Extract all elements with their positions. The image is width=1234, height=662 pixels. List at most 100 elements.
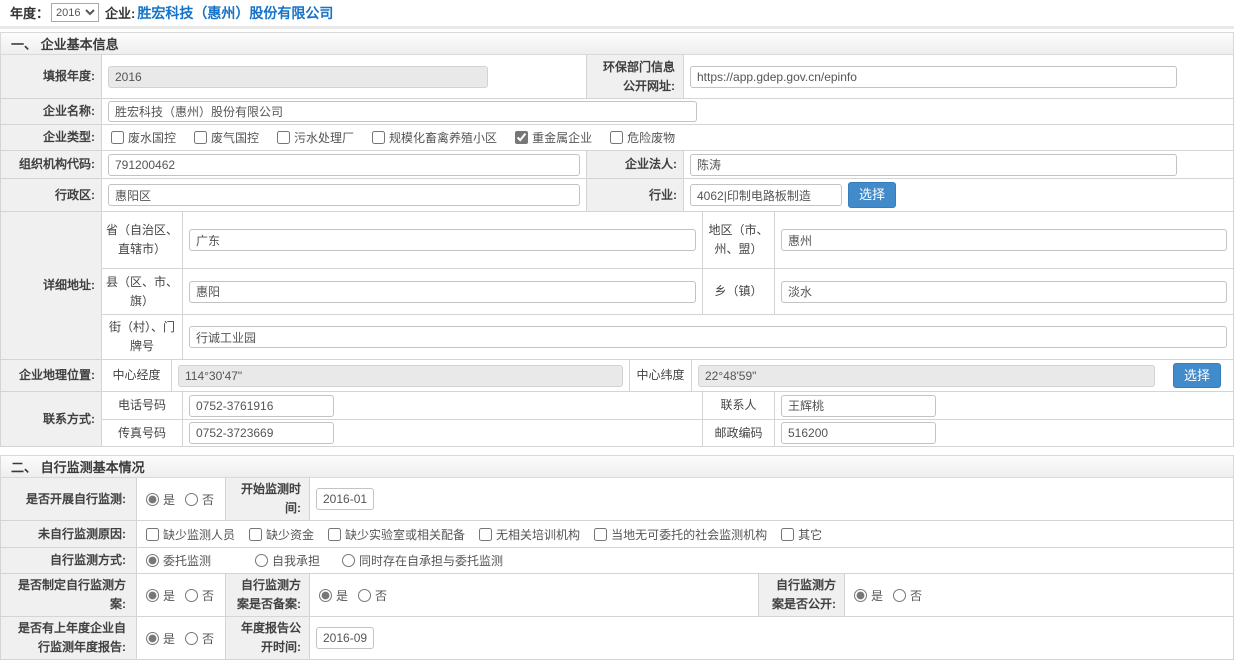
legal-person-label-cell: 企业法人: <box>586 151 683 178</box>
geo-button-cell: 选择 <box>1161 360 1233 391</box>
company-type-label: 企业类型: <box>43 128 95 147</box>
carry-out-yes[interactable]: 是 <box>146 491 175 508</box>
lat-input[interactable] <box>698 365 1155 387</box>
no-reason-checkbox-5[interactable] <box>781 528 794 541</box>
mode-option-1[interactable]: 自我承担 <box>255 552 320 569</box>
row-fill-year: 填报年度: 环保部门信息公开网址: <box>1 55 1233 98</box>
no-reason-checkbox-2[interactable] <box>328 528 341 541</box>
fax-input[interactable] <box>189 422 334 444</box>
plan-filed-no-radio[interactable] <box>358 589 371 602</box>
no-reason-checkbox-3[interactable] <box>479 528 492 541</box>
company-type-checkbox-4[interactable] <box>515 131 528 144</box>
has-plan-label-cell: 是否制定自行监测方案: <box>1 574 136 616</box>
street-input[interactable] <box>189 326 1227 348</box>
company-name-link[interactable]: 胜宏科技（惠州）股份有限公司 <box>137 3 333 23</box>
plan-public-label: 自行监测方案是否公开: <box>767 576 836 613</box>
no-reason-option-1[interactable]: 缺少资金 <box>249 526 314 543</box>
no-reason-option-5[interactable]: 其它 <box>781 526 822 543</box>
no-reason-label: 未自行监测原因: <box>38 525 126 544</box>
phone-value-cell <box>182 392 702 419</box>
plan-public-no-radio[interactable] <box>893 589 906 602</box>
fax-label-cell: 传真号码 <box>102 420 182 446</box>
org-code-input[interactable] <box>108 154 580 176</box>
county-input[interactable] <box>189 281 696 303</box>
company-type-checkbox-2[interactable] <box>277 131 290 144</box>
company-type-option-3[interactable]: 规模化畜禽养殖小区 <box>372 129 497 146</box>
company-type-checkbox-0[interactable] <box>111 131 124 144</box>
row-carry-out: 是否开展自行监测: 是 否 开始监测时间: <box>1 478 1233 520</box>
row-no-reason: 未自行监测原因: 缺少监测人员 缺少资金 缺少实验室或相关配备 无相关培训机构 … <box>1 520 1233 547</box>
no-reason-option-3[interactable]: 无相关培训机构 <box>479 526 580 543</box>
option-label: 自我承担 <box>272 552 320 569</box>
no-reason-option-4[interactable]: 当地无可委托的社会监测机构 <box>594 526 767 543</box>
has-report-yes[interactable]: 是 <box>146 630 175 647</box>
mode-radio-1[interactable] <box>255 554 268 567</box>
person-input[interactable] <box>781 395 936 417</box>
no-reason-option-0[interactable]: 缺少监测人员 <box>146 526 235 543</box>
mode-radio-0[interactable] <box>146 554 159 567</box>
plan-filed-yes[interactable]: 是 <box>319 587 348 604</box>
company-type-checkbox-3[interactable] <box>372 131 385 144</box>
plan-public-yes-radio[interactable] <box>854 589 867 602</box>
company-type-option-1[interactable]: 废气国控 <box>194 129 259 146</box>
has-report-yes-radio[interactable] <box>146 632 159 645</box>
fill-year-input[interactable] <box>108 66 488 88</box>
company-type-options-cell: 废水国控 废气国控 污水处理厂 规模化畜禽养殖小区 重金属企业 危险废物 <box>101 125 1233 150</box>
topbar: 年度： 2016 企业: 胜宏科技（惠州）股份有限公司 <box>0 0 1234 29</box>
company-type-option-0[interactable]: 废水国控 <box>111 129 176 146</box>
district-input[interactable] <box>108 184 580 206</box>
has-plan-no-radio[interactable] <box>185 589 198 602</box>
industry-input[interactable] <box>690 184 842 206</box>
has-plan-no[interactable]: 否 <box>185 587 214 604</box>
has-plan-label: 是否制定自行监测方案: <box>11 576 126 613</box>
no-reason-option-2[interactable]: 缺少实验室或相关配备 <box>328 526 465 543</box>
company-type-option-2[interactable]: 污水处理厂 <box>277 129 354 146</box>
plan-filed-no[interactable]: 否 <box>358 587 387 604</box>
town-input[interactable] <box>781 281 1227 303</box>
phone-label: 电话号码 <box>118 396 166 415</box>
year-label: 年度： <box>10 3 49 22</box>
industry-label-cell: 行业: <box>586 179 683 211</box>
mode-option-2[interactable]: 同时存在自承担与委托监测 <box>342 552 503 569</box>
region-input[interactable] <box>781 229 1227 251</box>
no-reason-checkbox-1[interactable] <box>249 528 262 541</box>
has-plan-yes[interactable]: 是 <box>146 587 175 604</box>
carry-out-no-radio[interactable] <box>185 493 198 506</box>
company-type-option-5[interactable]: 危险废物 <box>610 129 675 146</box>
plan-filed-label-cell: 自行监测方案是否备案: <box>225 574 309 616</box>
mode-option-0[interactable]: 委托监测 <box>146 552 211 569</box>
industry-select-button[interactable]: 选择 <box>848 182 896 208</box>
no-reason-checkbox-0[interactable] <box>146 528 159 541</box>
section1-title: 一、 企业基本信息 <box>11 34 119 53</box>
plan-filed-yes-radio[interactable] <box>319 589 332 602</box>
start-time-input[interactable] <box>316 488 374 510</box>
year-select[interactable]: 2016 <box>51 3 99 22</box>
report-time-input[interactable] <box>316 627 374 649</box>
company-type-checkbox-5[interactable] <box>610 131 623 144</box>
mode-radio-2[interactable] <box>342 554 355 567</box>
env-url-input[interactable] <box>690 66 1177 88</box>
region-value-cell <box>774 212 1233 268</box>
province-input[interactable] <box>189 229 696 251</box>
carry-out-yes-radio[interactable] <box>146 493 159 506</box>
province-label-cell: 省（自治区、直辖市） <box>102 212 182 268</box>
has-report-no[interactable]: 否 <box>185 630 214 647</box>
company-name-input[interactable] <box>108 101 697 122</box>
org-code-label: 组织机构代码: <box>19 155 95 174</box>
geo-select-button[interactable]: 选择 <box>1173 363 1221 389</box>
legal-person-input[interactable] <box>690 154 1177 176</box>
plan-public-no[interactable]: 否 <box>893 587 922 604</box>
zip-input[interactable] <box>781 422 936 444</box>
plan-public-yes[interactable]: 是 <box>854 587 883 604</box>
carry-out-no[interactable]: 否 <box>185 491 214 508</box>
company-type-checkbox-1[interactable] <box>194 131 207 144</box>
company-type-option-4[interactable]: 重金属企业 <box>515 129 592 146</box>
has-report-no-radio[interactable] <box>185 632 198 645</box>
section1-header: 一、 企业基本信息 <box>0 32 1234 55</box>
yes-label: 是 <box>163 587 175 604</box>
person-value-cell <box>774 392 1233 419</box>
lng-input[interactable] <box>178 365 623 387</box>
no-reason-checkbox-4[interactable] <box>594 528 607 541</box>
has-plan-yes-radio[interactable] <box>146 589 159 602</box>
phone-input[interactable] <box>189 395 334 417</box>
